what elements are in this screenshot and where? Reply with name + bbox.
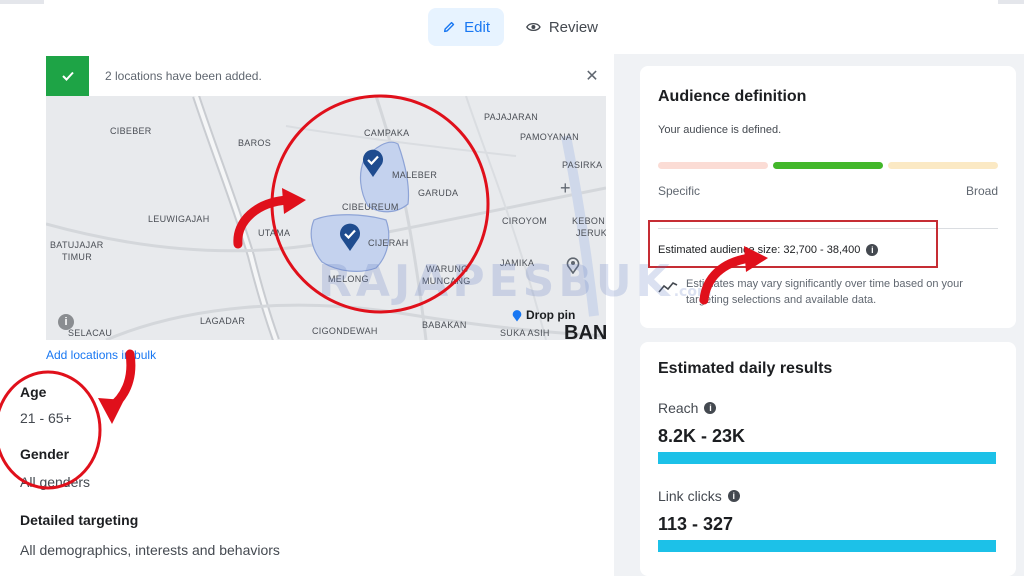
meter-specific-segment xyxy=(658,162,768,169)
location-pin-icon xyxy=(340,223,360,251)
map-label: MUNCANG xyxy=(422,276,471,286)
success-check-icon xyxy=(46,56,89,96)
info-icon[interactable]: i xyxy=(704,402,717,414)
detailed-targeting-value[interactable]: All demographics, interests and behavior… xyxy=(20,542,280,558)
map-label: CIGONDEWAH xyxy=(312,326,378,336)
close-icon[interactable]: ✕ xyxy=(578,66,606,86)
pencil-icon xyxy=(443,21,455,33)
map-label: BAROS xyxy=(238,138,272,148)
map-label: KEBON xyxy=(572,216,606,226)
age-value[interactable]: 21 - 65+ xyxy=(20,410,72,426)
drop-pin-button[interactable]: Drop pin xyxy=(512,308,575,322)
map-label: PASIRKA xyxy=(562,160,603,170)
link-clicks-value: 113 - 327 xyxy=(658,514,734,534)
daily-results-card: Estimated daily results Reach i 8.2K - 2… xyxy=(640,342,1016,576)
locate-pin-icon[interactable] xyxy=(564,256,582,274)
map-label: CAMPAKA xyxy=(364,128,410,138)
map-label: PAMOYANAN xyxy=(520,132,579,142)
top-left-edge xyxy=(0,0,44,4)
location-map[interactable]: CIBEBER BAROS CAMPAKA PAJAJARAN PAMOYANA… xyxy=(46,96,606,340)
map-label: SELACAU xyxy=(68,328,113,338)
map-label: UTAMA xyxy=(258,228,291,238)
tab-review[interactable]: Review xyxy=(512,8,612,46)
scale-specific-label: Specific xyxy=(658,184,701,198)
map-label: JERUK xyxy=(576,228,606,238)
estimated-audience-size: Estimated audience size: 32,700 - 38,400… xyxy=(658,244,879,256)
scale-broad-label: Broad xyxy=(965,184,998,198)
meter-defined-segment xyxy=(773,162,883,169)
reach-value: 8.2K - 23K xyxy=(658,426,746,446)
add-locations-bulk-link[interactable]: Add locations in bulk xyxy=(46,348,156,362)
gender-title: Gender xyxy=(20,446,70,462)
eye-icon xyxy=(526,22,541,32)
map-label: BABAKAN xyxy=(422,320,467,330)
estimate-note: Estimates may vary significantly over ti… xyxy=(686,278,963,306)
reach-range-bar xyxy=(658,452,996,464)
link-clicks-label-text: Link clicks xyxy=(658,488,722,504)
map-label: MALEBER xyxy=(392,170,438,180)
info-icon[interactable]: i xyxy=(866,244,879,256)
map-label: LAGADAR xyxy=(200,316,246,326)
meter-broad-segment xyxy=(888,162,998,169)
daily-results-title: Estimated daily results xyxy=(658,360,833,377)
trend-icon xyxy=(658,282,678,293)
map-label: GARUDA xyxy=(418,188,459,198)
locations-added-banner: 2 locations have been added. ✕ xyxy=(46,56,606,96)
audience-status: Your audience is defined. xyxy=(658,124,782,136)
tab-edit-label: Edit xyxy=(464,18,490,36)
map-label: CIJERAH xyxy=(368,238,409,248)
targeting-panel: 2 locations have been added. ✕ CIBEBER B… xyxy=(0,54,614,576)
map-label: LEUWIGAJAH xyxy=(148,214,210,224)
reach-label: Reach i xyxy=(658,400,717,416)
reach-label-text: Reach xyxy=(658,400,699,416)
gender-value[interactable]: All genders xyxy=(20,474,90,490)
age-title: Age xyxy=(20,384,47,400)
link-clicks-range-bar xyxy=(658,540,996,552)
top-bar: Edit Review xyxy=(0,0,1024,54)
pin-icon xyxy=(512,309,522,321)
map-label: JAMIKA xyxy=(500,258,535,268)
detailed-targeting-title: Detailed targeting xyxy=(20,512,139,528)
info-icon[interactable]: i xyxy=(727,490,740,502)
map-city-label: BAN xyxy=(564,322,606,340)
map-label: SUKA ASIH xyxy=(500,328,550,338)
map-label: WARUNG xyxy=(426,264,469,274)
top-right-edge xyxy=(998,0,1024,4)
audience-definition-card: Audience definition Your audience is def… xyxy=(640,66,1016,328)
map-label: CIROYOM xyxy=(502,216,548,226)
drop-pin-label: Drop pin xyxy=(526,308,576,322)
map-label: TIMUR xyxy=(62,252,92,262)
map-info-icon[interactable]: i xyxy=(58,314,74,330)
tab-review-label: Review xyxy=(548,18,598,36)
map-label: MELONG xyxy=(328,274,369,284)
audience-definition-title: Audience definition xyxy=(658,88,807,105)
map-label: CIBEBER xyxy=(110,126,152,136)
map-label: BATUJAJAR xyxy=(50,240,104,250)
zoom-in-icon[interactable]: + xyxy=(560,178,571,199)
location-pin-icon xyxy=(363,149,383,177)
map-label: CIBEUREUM xyxy=(342,202,399,212)
estimated-audience-size-text: Estimated audience size: 32,700 - 38,400 xyxy=(658,244,861,256)
banner-message: 2 locations have been added. xyxy=(105,69,262,83)
tab-edit[interactable]: Edit xyxy=(428,8,504,46)
map-label: PAJAJARAN xyxy=(484,112,539,122)
link-clicks-label: Link clicks i xyxy=(658,488,740,504)
